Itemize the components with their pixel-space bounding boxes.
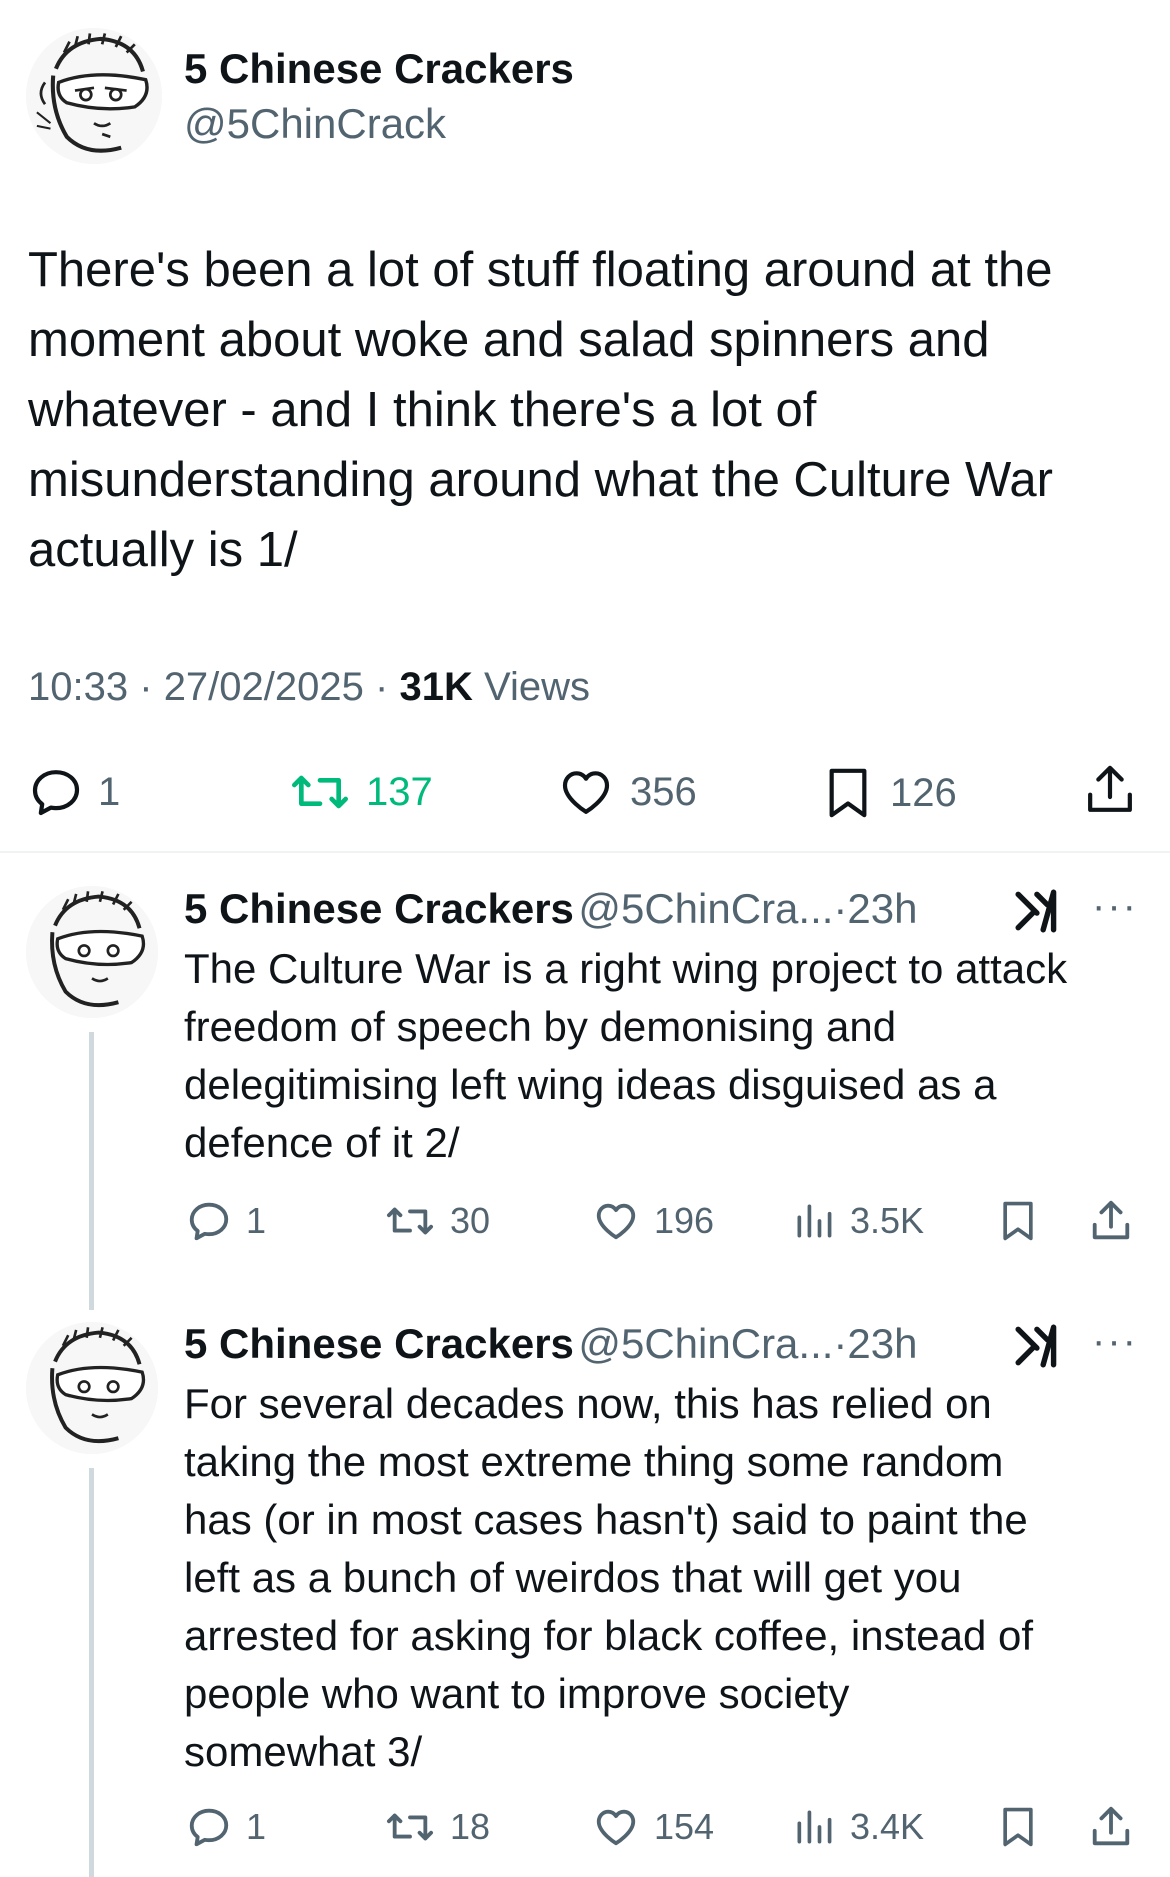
views-count: 3.4K: [850, 1806, 925, 1847]
reply-age[interactable]: 23h: [847, 885, 917, 932]
reply-text-line: people who want to improve society: [184, 1670, 850, 1717]
retweet-button[interactable]: 30: [384, 1198, 490, 1244]
tweet-meta: 10:33 · 27/02/2025 · 31K Views: [28, 665, 590, 710]
separator: ·: [833, 1320, 848, 1367]
avatar[interactable]: [26, 1322, 158, 1454]
tweet-text: There's been a lot of stuff floating aro…: [28, 235, 1148, 585]
retweet-button[interactable]: 137: [288, 764, 433, 820]
author-handle[interactable]: @5ChinCra...: [578, 1320, 833, 1367]
share-icon: [1092, 1200, 1130, 1240]
retweet-count: 137: [366, 769, 433, 814]
retweet-count: 30: [450, 1200, 491, 1241]
views-label: Views: [483, 665, 590, 709]
reply-button[interactable]: 1: [186, 1198, 266, 1244]
author-name[interactable]: 5 Chinese Crackers: [184, 1320, 574, 1367]
reply-text-line: has (or in most cases hasn't) said to pa…: [184, 1496, 1028, 1543]
tweet-text-line: actually is 1/: [28, 523, 298, 577]
reply-icon: [32, 770, 80, 816]
reply-text: For several decades now, this has relied…: [184, 1375, 1154, 1781]
retweet-count: 18: [450, 1806, 491, 1847]
separator: ·: [833, 885, 848, 932]
thread-line: [89, 1032, 94, 1310]
tweet-text-line: misunderstanding around what the Culture…: [28, 453, 1054, 507]
grok-icon[interactable]: [1014, 1323, 1064, 1374]
views-icon: [797, 1204, 832, 1238]
divider: [0, 851, 1170, 853]
reply-header: 5 Chinese Crackers @5ChinCra...·23h: [184, 885, 918, 933]
tweet-date[interactable]: 27/02/2025: [164, 665, 364, 709]
reply-count: 1: [246, 1806, 267, 1847]
heart-icon: [596, 1809, 636, 1846]
reply-text: The Culture War is a right wing project …: [184, 940, 1154, 1172]
heart-icon: [562, 771, 610, 814]
heart-icon: [596, 1203, 636, 1240]
grok-icon[interactable]: [1014, 888, 1064, 939]
bookmark-button[interactable]: 126: [820, 764, 957, 822]
reply-text-line: somewhat 3/: [184, 1728, 423, 1775]
reply-button[interactable]: 1: [186, 1804, 266, 1850]
share-button[interactable]: [1082, 760, 1138, 820]
reply-header: 5 Chinese Crackers @5ChinCra...·23h: [184, 1320, 918, 1368]
bookmark-count: 126: [890, 770, 957, 815]
reply-text-line: arrested for asking for black coffee, in…: [184, 1612, 1034, 1659]
views-count: 3.5K: [850, 1200, 925, 1241]
reply-icon: [189, 1808, 229, 1847]
reply-text-line: For several decades now, this has relied…: [184, 1380, 992, 1427]
tweet-text-line: moment about woke and salad spinners and: [28, 313, 990, 367]
separator: ·: [139, 665, 153, 709]
retweet-icon: [386, 1813, 433, 1841]
bookmark-icon: [1003, 1201, 1033, 1241]
bookmark-icon: [1003, 1807, 1033, 1847]
share-icon: [1088, 765, 1132, 812]
reply-button[interactable]: 1: [28, 764, 120, 820]
avatar[interactable]: [26, 886, 158, 1018]
reply-age[interactable]: 23h: [847, 1320, 917, 1367]
reply-text-line: freedom of speech by demonising and: [184, 1003, 897, 1050]
bookmark-button[interactable]: [996, 1802, 1040, 1852]
share-icon: [1092, 1806, 1130, 1846]
views-icon: [797, 1810, 832, 1844]
share-button[interactable]: [1088, 1802, 1134, 1852]
views-count: 31K: [399, 665, 473, 709]
reply-text-line: left as a bunch of weirdos that will get…: [184, 1554, 962, 1601]
reply-count: 1: [246, 1200, 267, 1241]
reply-text-line: taking the most extreme thing some rando…: [184, 1438, 1004, 1485]
like-count: 154: [654, 1806, 715, 1847]
more-icon[interactable]: ···: [1092, 884, 1138, 929]
author-handle[interactable]: @5ChinCrack: [184, 100, 446, 148]
share-button[interactable]: [1088, 1196, 1134, 1246]
tweet-text-line: whatever - and I think there's a lot of: [28, 383, 817, 437]
separator: ·: [375, 665, 389, 709]
reply-text-line: delegitimising left wing ideas disguised…: [184, 1061, 997, 1108]
avatar[interactable]: [26, 28, 162, 164]
bookmark-button[interactable]: [996, 1196, 1040, 1246]
author-name[interactable]: 5 Chinese Crackers: [184, 45, 574, 93]
reply-text-line: The Culture War is a right wing project …: [184, 945, 1068, 992]
views-button[interactable]: 3.4K: [792, 1804, 924, 1850]
like-button[interactable]: 356: [556, 764, 697, 820]
tweet-time[interactable]: 10:33: [28, 665, 128, 709]
like-button[interactable]: 154: [592, 1804, 714, 1850]
reply-text-line: defence of it 2/: [184, 1119, 460, 1166]
more-icon[interactable]: ···: [1092, 1319, 1138, 1364]
like-button[interactable]: 196: [592, 1198, 714, 1244]
retweet-button[interactable]: 18: [384, 1804, 490, 1850]
retweet-icon: [292, 775, 348, 809]
retweet-icon: [386, 1207, 433, 1235]
author-handle[interactable]: @5ChinCra...: [578, 885, 833, 932]
thread-line: [89, 1468, 94, 1877]
views-button[interactable]: 3.5K: [792, 1198, 924, 1244]
like-count: 356: [630, 769, 697, 814]
tweet-text-line: There's been a lot of stuff floating aro…: [28, 243, 1053, 297]
bookmark-icon: [829, 768, 867, 818]
reply-icon: [189, 1202, 229, 1241]
author-name[interactable]: 5 Chinese Crackers: [184, 885, 574, 932]
reply-count: 1: [98, 769, 121, 814]
like-count: 196: [654, 1200, 715, 1241]
